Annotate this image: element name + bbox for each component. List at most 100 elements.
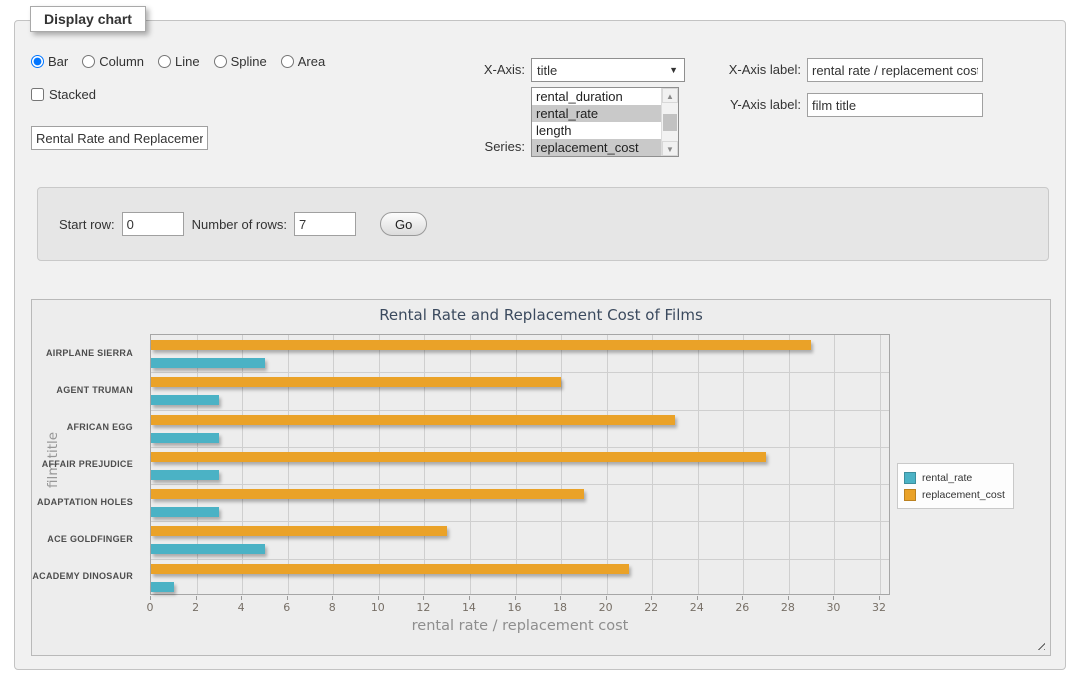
chart-type-option-spline[interactable]: Spline [214,54,267,69]
display-chart-fieldset: BarColumnLineSplineArea Stacked X-Axis: … [14,20,1066,670]
chart-type-option-column[interactable]: Column [82,54,144,69]
chart-type-radio-bar[interactable] [31,55,44,68]
grid-vline [607,335,608,594]
stacked-label: Stacked [49,87,96,102]
x-axis-label-caption: X-Axis label: [655,62,801,77]
legend-swatch [904,489,916,501]
x-tick-label: 16 [508,601,522,614]
x-tick-mark [241,596,242,600]
start-row-input[interactable] [122,212,184,236]
x-tick-label: 28 [781,601,795,614]
resize-handle[interactable] [1034,639,1045,650]
chart-type-radio-spline[interactable] [214,55,227,68]
grid-vline [333,335,334,594]
bar-replacement_cost [151,340,811,350]
chart-type-radio-area[interactable] [281,55,294,68]
x-tick-mark [651,596,652,600]
chart-type-option-line[interactable]: Line [158,54,200,69]
legend-item-replacement_cost: replacement_cost [904,486,1005,503]
x-tick-mark [515,596,516,600]
bar-rental_rate [151,544,265,554]
chart-type-option-bar[interactable]: Bar [31,54,68,69]
legend-label: rental_rate [922,472,972,484]
x-tick-label: 14 [462,601,476,614]
x-axis-selected-value: title [537,63,557,78]
x-tick-mark [833,596,834,600]
chart-title: Rental Rate and Replacement Cost of Film… [32,306,1050,324]
chart-type-option-label: Column [99,54,144,69]
series-option-replacement_cost[interactable]: replacement_cost [532,139,661,156]
x-tick-mark [742,596,743,600]
x-tick-label: 12 [416,601,430,614]
scroll-down-icon[interactable]: ▼ [662,141,678,156]
grid-vline [197,335,198,594]
category-label: AGENT TRUMAN [32,371,142,408]
category-label: AFRICAN EGG [32,409,142,446]
chart-title-input[interactable] [31,126,208,150]
number-of-rows-label: Number of rows: [192,217,287,232]
grid-vline [561,335,562,594]
bar-rental_rate [151,470,219,480]
grid-hline [151,410,889,411]
grid-vline [652,335,653,594]
grid-vline [242,335,243,594]
grid-vline [743,335,744,594]
chart-type-option-area[interactable]: Area [281,54,325,69]
grid-vline [516,335,517,594]
x-tick-mark [879,596,880,600]
stacked-checkbox[interactable] [31,88,44,101]
x-tick-label: 20 [599,601,613,614]
series-select-label: Series: [395,139,525,154]
grid-hline [151,521,889,522]
y-axis-label-input[interactable] [807,93,983,117]
category-label: AFFAIR PREJUDICE [32,446,142,483]
x-tick-label: 24 [690,601,704,614]
go-button[interactable]: Go [380,212,427,236]
bar-replacement_cost [151,377,561,387]
series-option-rental_duration[interactable]: rental_duration [532,88,661,105]
bar-replacement_cost [151,526,447,536]
bar-replacement_cost [151,415,675,425]
series-option-length[interactable]: length [532,122,661,139]
bar-replacement_cost [151,452,766,462]
y-axis-label-caption: Y-Axis label: [655,97,801,112]
x-tick-mark [469,596,470,600]
series-option-rental_rate[interactable]: rental_rate [532,105,661,122]
x-tick-label: 32 [872,601,886,614]
grid-vline [288,335,289,594]
legend-swatch [904,472,916,484]
row-controls-toolbar: Start row: Number of rows: Go [37,187,1049,261]
x-tick-mark [788,596,789,600]
legend-label: replacement_cost [922,489,1005,501]
bar-rental_rate [151,433,219,443]
x-axis-label-input[interactable] [807,58,983,82]
grid-hline [151,447,889,448]
bar-rental_rate [151,507,219,517]
scrollbar-thumb[interactable] [663,114,677,131]
x-tick-mark [697,596,698,600]
chart-type-radio-line[interactable] [158,55,171,68]
stacked-option[interactable]: Stacked [31,87,96,102]
x-tick-mark [606,596,607,600]
chart-type-option-label: Area [298,54,325,69]
grid-vline [424,335,425,594]
start-row-label: Start row: [59,217,115,232]
grid-hline [151,372,889,373]
x-tick-label: 18 [553,601,567,614]
number-of-rows-input[interactable] [294,212,356,236]
grid-vline [789,335,790,594]
chart-container: Rental Rate and Replacement Cost of Film… [31,299,1051,656]
chart-type-radio-group: Bar Column Line Spline Area [31,54,325,69]
chart-legend: rental_rate replacement_cost [897,463,1014,509]
x-tick-label: 26 [735,601,749,614]
chart-type-radio-column[interactable] [82,55,95,68]
bar-rental_rate [151,582,174,592]
x-tick-label: 0 [147,601,154,614]
x-tick-mark [196,596,197,600]
chart-type-option-label: Line [175,54,200,69]
bar-replacement_cost [151,489,584,499]
x-tick-label: 2 [192,601,199,614]
grid-vline [470,335,471,594]
page: Display chart BarColumnLineSplineArea St… [0,0,1081,681]
x-axis-select-label: X-Axis: [395,62,525,77]
